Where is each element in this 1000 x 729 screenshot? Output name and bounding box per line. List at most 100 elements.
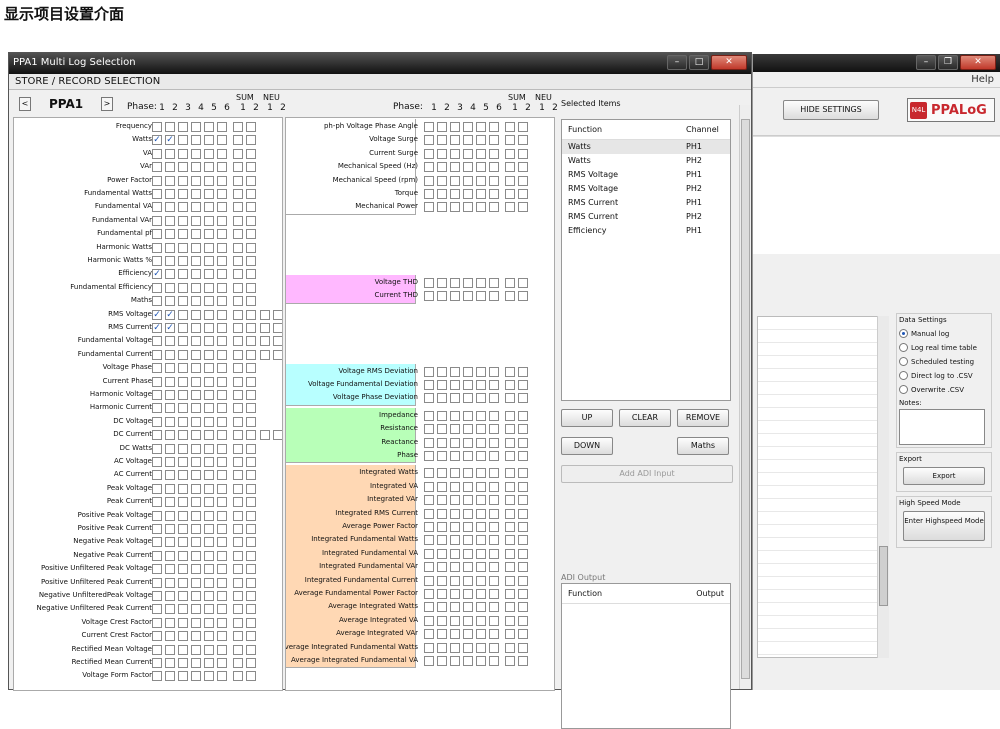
channel-checkbox[interactable] <box>152 510 162 521</box>
export-button[interactable]: Export <box>903 467 985 485</box>
channel-checkbox[interactable] <box>450 629 460 640</box>
table-row[interactable] <box>758 512 888 525</box>
channel-checkbox[interactable] <box>505 629 515 640</box>
channel-checkbox[interactable] <box>191 363 201 374</box>
channel-checkbox[interactable] <box>165 671 175 682</box>
close-icon[interactable]: ✕ <box>960 55 996 70</box>
channel-checkbox[interactable] <box>489 148 499 159</box>
channel-checkbox[interactable] <box>233 309 243 320</box>
channel-checkbox[interactable] <box>260 309 270 320</box>
list-item[interactable]: Watts PH1 <box>562 140 730 154</box>
list-item[interactable]: Efficiency PH1 <box>562 224 730 238</box>
channel-checkbox[interactable] <box>518 148 528 159</box>
channel-checkbox[interactable] <box>178 564 188 575</box>
channel-checkbox[interactable] <box>437 202 447 213</box>
channel-checkbox[interactable] <box>476 162 486 173</box>
table-row[interactable] <box>758 395 888 408</box>
channel-checkbox[interactable] <box>191 644 201 655</box>
channel-checkbox[interactable] <box>217 229 227 240</box>
channel-checkbox[interactable] <box>437 575 447 586</box>
table-row[interactable] <box>758 538 888 551</box>
channel-checkbox[interactable] <box>217 483 227 494</box>
channel-checkbox[interactable] <box>152 617 162 628</box>
channel-checkbox[interactable] <box>476 522 486 532</box>
channel-checkbox[interactable] <box>260 323 270 333</box>
channel-checkbox[interactable] <box>489 175 499 186</box>
channel-checkbox[interactable] <box>437 451 447 461</box>
channel-checkbox[interactable] <box>463 468 473 479</box>
channel-checkbox[interactable] <box>165 604 175 615</box>
channel-checkbox[interactable] <box>191 229 201 240</box>
add-adi-input-button[interactable]: Add ADI Input <box>561 465 733 483</box>
channel-checkbox[interactable] <box>191 282 201 293</box>
channel-checkbox[interactable] <box>246 336 256 347</box>
channel-checkbox[interactable] <box>152 376 162 387</box>
channel-checkbox[interactable] <box>165 282 175 293</box>
channel-checkbox[interactable] <box>178 215 188 226</box>
notes-field[interactable] <box>899 409 985 445</box>
channel-checkbox[interactable] <box>246 658 256 668</box>
channel-checkbox[interactable] <box>246 617 256 628</box>
channel-checkbox[interactable] <box>450 575 460 586</box>
channel-checkbox[interactable] <box>489 424 499 435</box>
channel-checkbox[interactable] <box>463 393 473 404</box>
channel-checkbox[interactable] <box>165 658 175 668</box>
channel-checkbox[interactable] <box>204 403 214 414</box>
channel-checkbox[interactable] <box>246 363 256 374</box>
channel-checkbox[interactable] <box>178 135 188 146</box>
channel-checkbox[interactable] <box>233 631 243 642</box>
adi-output-list[interactable]: Function Output <box>561 583 731 729</box>
channel-checkbox[interactable] <box>178 296 188 307</box>
channel-checkbox[interactable] <box>165 296 175 307</box>
channel-checkbox[interactable] <box>233 457 243 467</box>
channel-checkbox[interactable] <box>217 470 227 481</box>
channel-checkbox[interactable] <box>489 162 499 173</box>
channel-checkbox[interactable] <box>191 390 201 400</box>
channel-checkbox[interactable] <box>424 277 434 288</box>
channel-checkbox[interactable] <box>246 390 256 400</box>
channel-checkbox[interactable] <box>424 535 434 546</box>
channel-checkbox[interactable] <box>165 363 175 374</box>
channel-checkbox[interactable] <box>518 162 528 173</box>
channel-checkbox[interactable] <box>476 189 486 199</box>
channel-checkbox[interactable] <box>152 470 162 481</box>
channel-checkbox[interactable] <box>191 189 201 199</box>
channel-checkbox[interactable] <box>233 470 243 481</box>
channel-checkbox[interactable] <box>246 215 256 226</box>
selected-items-list[interactable]: Function Channel Watts PH1 Watts PH2 RMS Vol… <box>561 119 731 401</box>
channel-checkbox[interactable] <box>463 615 473 626</box>
channel-checkbox[interactable] <box>204 631 214 642</box>
table-row[interactable] <box>758 642 888 655</box>
channel-checkbox[interactable] <box>505 202 515 213</box>
channel-checkbox[interactable] <box>437 535 447 546</box>
channel-checkbox[interactable] <box>463 548 473 559</box>
channel-checkbox[interactable] <box>178 122 188 132</box>
channel-checkbox[interactable] <box>191 376 201 387</box>
channel-checkbox[interactable] <box>191 336 201 347</box>
channel-checkbox[interactable] <box>476 602 486 613</box>
channel-checkbox[interactable] <box>204 617 214 628</box>
channel-checkbox[interactable] <box>476 393 486 404</box>
channel-checkbox[interactable] <box>518 615 528 626</box>
channel-checkbox[interactable] <box>191 457 201 467</box>
channel-checkbox[interactable] <box>476 656 486 666</box>
channel-checkbox[interactable] <box>424 629 434 640</box>
channel-checkbox[interactable] <box>217 282 227 293</box>
channel-checkbox[interactable] <box>437 656 447 666</box>
minimize-icon[interactable]: – <box>667 55 687 70</box>
channel-checkbox[interactable] <box>217 564 227 575</box>
channel-checkbox[interactable] <box>424 393 434 404</box>
channel-checkbox[interactable] <box>204 443 214 454</box>
channel-checkbox[interactable] <box>165 416 175 427</box>
channel-checkbox[interactable] <box>505 656 515 666</box>
channel-checkbox[interactable] <box>152 457 162 467</box>
channel-checkbox[interactable] <box>518 291 528 302</box>
remove-button[interactable]: REMOVE <box>677 409 729 427</box>
channel-checkbox[interactable] <box>463 277 473 288</box>
channel-checkbox[interactable] <box>152 296 162 307</box>
channel-checkbox[interactable] <box>518 602 528 613</box>
channel-checkbox[interactable] <box>191 443 201 454</box>
channel-checkbox[interactable] <box>233 229 243 240</box>
channel-checkbox[interactable] <box>178 483 188 494</box>
channel-checkbox[interactable] <box>246 122 256 132</box>
